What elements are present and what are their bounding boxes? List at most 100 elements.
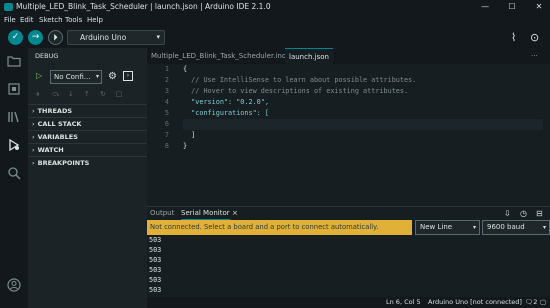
chevron-right-icon: › [32,159,35,167]
section-breakpoints[interactable]: › BREAKPOINTS [28,156,147,168]
line-number: 7 [164,131,169,139]
timestamp-icon[interactable]: ◷ [520,207,527,220]
maximize-button[interactable]: ☐ [503,0,521,14]
code-line[interactable]: "configurations": [ [183,108,543,119]
section-variables[interactable]: › VARIABLES [28,130,147,142]
verify-button[interactable]: ✓ [8,30,23,45]
line-ending-select[interactable]: New Line ▾ [415,220,480,235]
toggle-autoscroll-icon[interactable]: ⇩ [504,207,511,220]
section-label: VARIABLES [37,133,78,141]
line-number: 1 [164,65,169,73]
serial-plotter-icon[interactable]: ⌇ [511,30,516,45]
status-bar: Ln 6, Col 5 Arduino Uno [not connected] … [147,297,550,308]
board-status: Arduino Uno [not connected] [428,298,522,306]
code-line[interactable]: ] [183,130,543,141]
activity-bar [0,48,28,308]
debug-panel: DEBUG ▷ No Confi... ▾ ⚙ › ⏸ ⤼ ↓ ↑ ↻ □ › T… [28,48,147,308]
step-over-icon: ⤼ [52,90,60,98]
serial-monitor-icon[interactable]: ⊙ [530,30,539,45]
debug-console-icon[interactable]: › [123,71,133,81]
serial-line: 503 [149,266,162,274]
restart-icon: ↻ [100,90,106,98]
section-label: WATCH [37,146,64,154]
editor-tabs: Multiple_LED_Blink_Task_Scheduler.ino la… [147,48,550,64]
more-actions-icon[interactable]: ··· [531,48,538,64]
account-icon[interactable] [7,278,21,292]
serial-line: 503 [149,286,162,294]
serial-output: 503 503 503 503 503 503 [147,235,550,297]
chevron-right-icon: › [32,146,35,154]
chevron-down-icon: ▾ [542,224,546,231]
line-number: 8 [164,142,169,150]
debug-icon[interactable] [7,138,21,152]
bell-icon[interactable]: ▢ [540,297,546,308]
menu-sketch[interactable]: Sketch [39,14,63,26]
upload-button[interactable]: → [28,30,43,45]
menu-bar: File Edit Sketch Tools Help [0,14,550,26]
not-connected-message: Not connected. Select a board and a port… [147,220,412,235]
boards-manager-icon[interactable] [7,82,21,96]
pause-icon: ⏸ [36,90,40,98]
window-title: Multiple_LED_Blink_Task_Scheduler | laun… [16,2,271,11]
chevron-down-icon: ▾ [156,33,160,41]
debug-panel-title: DEBUG [35,52,59,60]
code-line[interactable]: // Hover to view descriptions of existin… [183,86,543,97]
title-bar: Multiple_LED_Blink_Task_Scheduler | laun… [0,0,550,14]
close-button[interactable]: ✕ [530,0,548,14]
menu-edit[interactable]: Edit [20,14,34,26]
tab-launch-json[interactable]: launch.json [285,48,333,64]
stop-icon: □ [116,90,123,98]
section-label: BREAKPOINTS [37,159,90,167]
section-label: THREADS [37,107,73,115]
serial-line: 503 [149,246,162,254]
line-number: 2 [164,76,169,84]
arduino-logo-icon [4,3,13,11]
tab-output[interactable]: Output [150,207,174,220]
line-numbers: 1 2 3 4 5 6 7 8 [147,64,173,206]
search-icon[interactable] [7,166,21,180]
serial-line: 503 [149,236,162,244]
code-line[interactable]: "version": "0.2.0", [183,97,543,108]
code-line[interactable]: } [183,141,543,152]
step-into-icon: ↓ [68,90,74,98]
chevron-down-icon: ▾ [95,73,99,80]
code-content[interactable]: { // Use IntelliSense to learn about pos… [183,64,543,206]
tab-sketch-ino[interactable]: Multiple_LED_Blink_Task_Scheduler.ino [147,48,290,64]
toolbar: ✓ → ⏵ Arduino Uno ▾ ⌇ ⊙ [0,26,550,48]
serial-line: 503 [149,276,162,284]
line-number: 3 [164,87,169,95]
line-number: 4 [164,98,169,106]
menu-tools[interactable]: Tools [65,14,82,26]
chevron-right-icon: › [32,133,35,141]
library-manager-icon[interactable] [7,110,21,124]
code-line[interactable]: // Use IntelliSense to learn about possi… [183,75,543,86]
line-number: 6 [164,120,169,128]
board-selector[interactable]: Arduino Uno ▾ [67,30,165,45]
chevron-right-icon: › [32,107,35,115]
bottom-panel-tabs: Output Serial Monitor × ⇩ ◷ ⊟ [147,206,550,220]
chevron-right-icon: › [32,120,35,128]
sketchbook-icon[interactable] [7,54,21,68]
baud-rate-label: 9600 baud [487,223,525,231]
clear-output-icon[interactable]: ⊟ [536,207,543,220]
baud-rate-select[interactable]: 9600 baud ▾ [482,220,550,235]
chevron-down-icon: ▾ [472,224,476,231]
notification-icon[interactable]: 🗨 2 [525,297,537,308]
line-number: 5 [164,109,169,117]
section-call-stack[interactable]: › CALL STACK [28,117,147,129]
close-tab-icon[interactable]: × [232,207,238,220]
minimize-button[interactable]: — [476,0,494,14]
notification-count: 2 [533,298,538,306]
debug-config-select[interactable]: No Confi... ▾ [50,70,102,84]
debug-config-label: No Confi... [54,73,91,81]
start-debugging-icon[interactable]: ▷ [36,71,42,80]
code-line[interactable] [183,119,543,130]
gear-icon[interactable]: ⚙ [108,70,117,84]
section-watch[interactable]: › WATCH [28,143,147,155]
debug-button[interactable]: ⏵ [48,30,63,45]
section-threads[interactable]: › THREADS [28,104,147,116]
menu-help[interactable]: Help [87,14,103,26]
code-line[interactable]: { [183,64,543,75]
menu-file[interactable]: File [4,14,16,26]
tab-serial-monitor[interactable]: Serial Monitor [181,207,230,220]
